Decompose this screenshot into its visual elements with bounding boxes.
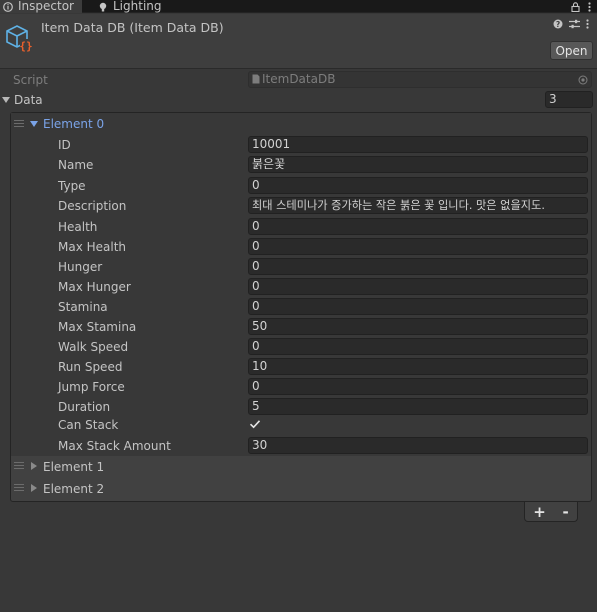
data-label[interactable]: Data	[14, 93, 43, 107]
tab-bar: Inspector Lighting	[0, 0, 597, 13]
prop-jump-force-label: Jump Force	[58, 380, 125, 394]
prop-type-label: Type	[58, 179, 86, 193]
scriptable-object-icon: {}	[6, 25, 33, 53]
prop-max-health-label: Max Health	[58, 240, 127, 254]
data-size-field[interactable]: 3	[545, 91, 593, 108]
prop-max-hunger-label: Max Hunger	[58, 280, 131, 294]
tab-lighting[interactable]: Lighting	[96, 0, 176, 13]
prop-health-label: Health	[58, 220, 98, 234]
prop-stamina-field[interactable]: 0	[248, 298, 588, 315]
drag-handle-icon[interactable]	[14, 120, 24, 127]
open-button[interactable]: Open	[550, 41, 593, 60]
info-icon	[3, 1, 13, 12]
data-foldout-arrow-icon[interactable]	[2, 97, 10, 103]
prop-can-stack-label: Can Stack	[58, 418, 119, 432]
prop-max-stack-amount-field[interactable]: 30	[248, 437, 588, 454]
prop-hunger-label: Hunger	[58, 260, 103, 274]
prop-id-label: ID	[58, 138, 71, 152]
prop-walk-speed-label: Walk Speed	[58, 340, 129, 354]
bulb-icon	[99, 2, 107, 11]
element-1-foldout-arrow-icon[interactable]	[31, 462, 37, 470]
lock-icon[interactable]	[571, 1, 580, 12]
element-2-foldout-arrow-icon[interactable]	[31, 484, 37, 492]
prop-name-field[interactable]: 붉은꽃	[248, 156, 588, 173]
object-picker-icon[interactable]	[578, 75, 588, 85]
prop-max-hunger-field[interactable]: 0	[248, 278, 588, 295]
prop-type-field[interactable]: 0	[248, 177, 588, 194]
prop-duration-label: Duration	[58, 400, 111, 414]
element-2-label[interactable]: Element 2	[43, 482, 104, 496]
tab-lighting-label: Lighting	[113, 0, 162, 13]
prop-description-field[interactable]: 최대 스테미나가 증가하는 작은 붉은 꽃 입니다. 맛은 없을지도.	[248, 197, 588, 214]
presets-icon[interactable]	[569, 19, 580, 29]
prop-id-field[interactable]: 10001	[248, 136, 588, 153]
tab-inspector-label: Inspector	[18, 0, 74, 13]
element-1-label[interactable]: Element 1	[43, 460, 104, 474]
svg-text:?: ?	[556, 20, 560, 29]
help-icon[interactable]: ?	[553, 19, 563, 29]
script-label: Script	[13, 73, 48, 87]
prop-description-label: Description	[58, 199, 127, 213]
prop-max-stack-amount-label: Max Stack Amount	[58, 439, 171, 453]
prop-health-field[interactable]: 0	[248, 218, 588, 235]
svg-text:{}: {}	[19, 40, 32, 53]
script-field: ItemDataDB	[248, 71, 592, 88]
prop-walk-speed-field[interactable]: 0	[248, 338, 588, 355]
prop-run-speed-field[interactable]: 10	[248, 358, 588, 375]
can-stack-checkbox[interactable]	[249, 418, 261, 430]
kebab-menu-icon[interactable]	[586, 19, 589, 29]
element-0-label[interactable]: Element 0	[43, 117, 104, 131]
element-0-foldout-arrow-icon[interactable]	[30, 121, 38, 127]
remove-element-button[interactable]: -	[562, 503, 568, 521]
drag-handle-icon[interactable]	[14, 484, 24, 491]
prop-jump-force-field[interactable]: 0	[248, 378, 588, 395]
add-element-button[interactable]: +	[533, 503, 546, 521]
prop-run-speed-label: Run Speed	[58, 360, 123, 374]
checkmark-icon	[249, 420, 261, 429]
inspector-header: {} Item Data DB (Item Data DB) ? Open	[0, 14, 597, 69]
prop-name-label: Name	[58, 158, 94, 172]
tab-inspector[interactable]: Inspector	[0, 0, 82, 13]
prop-max-stamina-field[interactable]: 50	[248, 318, 588, 335]
script-value: ItemDataDB	[262, 72, 336, 86]
list-add-remove-controls: + -	[524, 502, 578, 522]
header-controls: ?	[553, 19, 589, 29]
prop-hunger-field[interactable]: 0	[248, 258, 588, 275]
prop-max-health-field[interactable]: 0	[248, 238, 588, 255]
drag-handle-icon[interactable]	[14, 462, 24, 469]
prop-duration-field[interactable]: 5	[248, 398, 588, 415]
script-file-icon	[252, 74, 260, 84]
prop-max-stamina-label: Max Stamina	[58, 320, 137, 334]
object-title: Item Data DB (Item Data DB)	[41, 20, 224, 35]
prop-stamina-label: Stamina	[58, 300, 108, 314]
kebab-menu-icon[interactable]	[588, 1, 591, 12]
tab-bar-controls	[571, 0, 591, 13]
